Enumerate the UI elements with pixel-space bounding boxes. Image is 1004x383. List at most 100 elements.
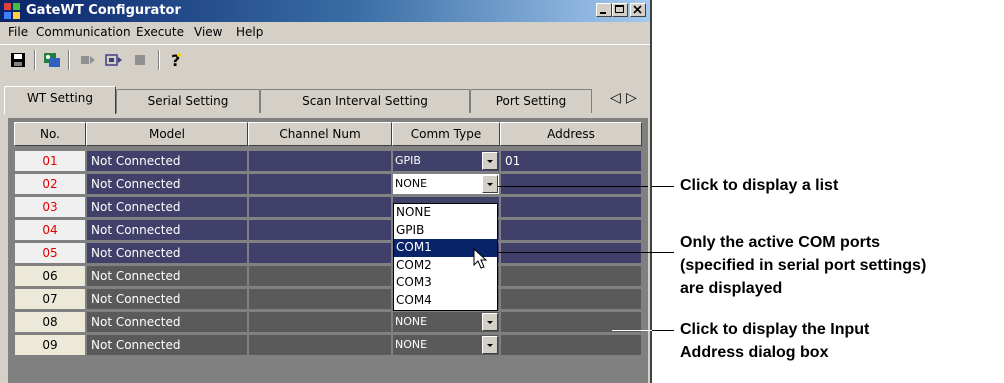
channel-num-cell[interactable]	[248, 196, 392, 218]
header-model: Model	[86, 122, 248, 146]
address-cell[interactable]	[500, 173, 642, 195]
model-cell[interactable]: Not Connected	[86, 196, 248, 218]
channel-num-cell[interactable]	[248, 311, 392, 333]
toolbar-separator	[34, 50, 36, 70]
connect-button[interactable]	[42, 50, 62, 70]
minimize-button[interactable]	[596, 3, 612, 17]
tab-wt-setting[interactable]: WT Setting	[4, 86, 116, 114]
tab-scan-interval-setting[interactable]: Scan Interval Setting	[260, 89, 470, 113]
address-cell[interactable]: 01	[500, 150, 642, 172]
minimize-icon	[600, 12, 606, 14]
channel-num-cell[interactable]	[248, 288, 392, 310]
maximize-icon	[615, 5, 624, 13]
row-number[interactable]: 03	[14, 196, 86, 218]
run-button[interactable]	[104, 50, 124, 70]
window-title: GateWT Configurator	[26, 3, 181, 18]
title-bar[interactable]: GateWT Configurator	[0, 0, 650, 22]
app-icon	[4, 3, 20, 19]
channel-num-cell[interactable]	[248, 334, 392, 356]
connect-icon	[44, 53, 60, 67]
model-cell[interactable]: Not Connected	[86, 334, 248, 356]
maximize-button[interactable]	[612, 3, 628, 17]
address-cell[interactable]	[500, 242, 642, 264]
menu-communication[interactable]: Communication	[36, 25, 131, 39]
combo-dropdown-button[interactable]	[482, 313, 498, 331]
model-cell[interactable]: Not Connected	[86, 288, 248, 310]
chevron-down-icon	[487, 321, 493, 324]
dropdown-option-com3[interactable]: COM3	[394, 274, 497, 292]
address-cell[interactable]	[500, 265, 642, 287]
model-cell[interactable]: Not Connected	[86, 311, 248, 333]
address-cell[interactable]	[500, 196, 642, 218]
comm-type-combo[interactable]: GPIB	[392, 150, 500, 172]
menu-view[interactable]: View	[194, 25, 222, 39]
address-cell[interactable]	[500, 334, 642, 356]
leader-line-list-ext	[652, 186, 674, 187]
header-address: Address	[500, 122, 642, 146]
row-number[interactable]: 08	[14, 311, 86, 333]
annotation-active-ports-3: are displayed	[680, 280, 783, 297]
comm-type-value: NONE	[395, 338, 428, 351]
row-number[interactable]: 05	[14, 242, 86, 264]
channel-num-cell[interactable]	[248, 173, 392, 195]
dropdown-option-com4[interactable]: COM4	[394, 292, 497, 310]
help-icon: ?	[171, 51, 181, 70]
channel-num-cell[interactable]	[248, 219, 392, 241]
combo-dropdown-button[interactable]	[482, 175, 498, 193]
annotation-active-ports-2: (specified in serial port settings)	[680, 257, 927, 274]
address-cell[interactable]	[500, 219, 642, 241]
help-button[interactable]: ?	[166, 50, 186, 70]
channel-num-cell[interactable]	[248, 242, 392, 264]
tab-scroll-arrows: ◁ ▷	[596, 90, 644, 110]
step-icon	[81, 56, 95, 64]
row-number[interactable]: 09	[14, 334, 86, 356]
comm-type-combo[interactable]: NONE	[392, 173, 500, 195]
dropdown-option-none[interactable]: NONE	[394, 204, 497, 222]
toolbar-separator	[158, 50, 160, 70]
model-cell[interactable]: Not Connected	[86, 219, 248, 241]
channel-num-cell[interactable]	[248, 150, 392, 172]
annotation-address-1: Click to display the Input	[680, 321, 870, 338]
stop-icon	[135, 55, 145, 65]
comm-type-dropdown-list[interactable]: NONE GPIB COM1 COM2 COM3 COM4	[393, 203, 498, 311]
model-cell[interactable]: Not Connected	[86, 150, 248, 172]
gatewt-configurator-window: GateWT Configurator File Communication E…	[0, 0, 652, 383]
close-button[interactable]	[630, 3, 646, 17]
header-channel-num: Channel Num	[248, 122, 392, 146]
menu-help[interactable]: Help	[236, 25, 263, 39]
model-cell[interactable]: Not Connected	[86, 265, 248, 287]
comm-type-value: GPIB	[395, 154, 421, 167]
combo-dropdown-button[interactable]	[482, 152, 498, 170]
menu-file[interactable]: File	[8, 25, 28, 39]
row-number[interactable]: 06	[14, 265, 86, 287]
model-cell[interactable]: Not Connected	[86, 242, 248, 264]
tab-serial-setting[interactable]: Serial Setting	[116, 89, 260, 113]
comm-type-combo[interactable]: NONE	[392, 334, 500, 356]
row-number[interactable]: 02	[14, 173, 86, 195]
row-number[interactable]: 07	[14, 288, 86, 310]
header-comm-type: Comm Type	[392, 122, 500, 146]
chevron-down-icon	[487, 183, 493, 186]
step-button[interactable]	[78, 50, 98, 70]
chevron-down-icon	[487, 160, 493, 163]
leader-line-active-ports	[498, 252, 674, 253]
row-number[interactable]: 04	[14, 219, 86, 241]
tab-scroll-left-icon[interactable]: ◁	[610, 90, 621, 106]
comm-type-combo[interactable]: NONE	[392, 311, 500, 333]
tab-scroll-right-icon[interactable]: ▷	[626, 90, 637, 106]
annotation-display-list: Click to display a list	[680, 177, 839, 194]
tab-strip: WT Setting Serial Setting Scan Interval …	[0, 86, 650, 116]
menu-execute[interactable]: Execute	[136, 25, 184, 39]
row-number[interactable]: 01	[14, 150, 86, 172]
menu-bar: File Communication Execute View Help	[0, 22, 650, 42]
dropdown-option-gpib[interactable]: GPIB	[394, 222, 497, 240]
model-cell[interactable]: Not Connected	[86, 173, 248, 195]
leader-line-list	[498, 186, 648, 187]
address-cell[interactable]	[500, 288, 642, 310]
tab-port-setting[interactable]: Port Setting	[470, 89, 592, 113]
channel-num-cell[interactable]	[248, 265, 392, 287]
save-button[interactable]	[8, 50, 28, 70]
annotation-address-2: Address dialog box	[680, 344, 829, 361]
stop-button[interactable]	[130, 50, 150, 70]
combo-dropdown-button[interactable]	[482, 336, 498, 354]
